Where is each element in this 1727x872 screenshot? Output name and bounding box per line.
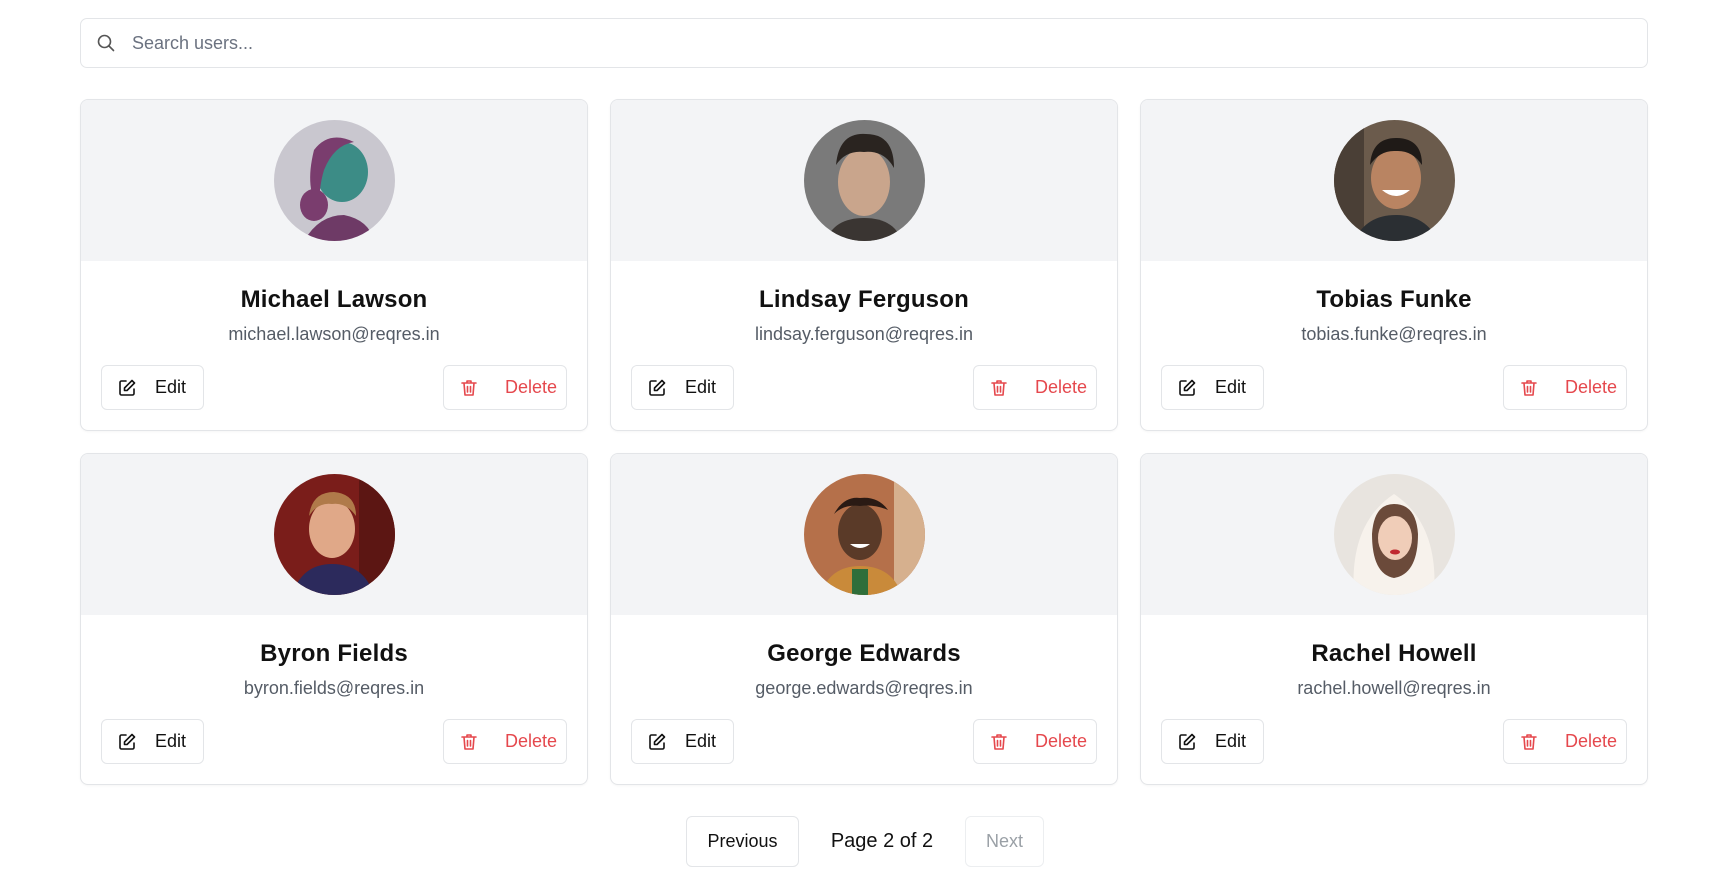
delete-button[interactable]: Delete xyxy=(443,719,567,764)
edit-label: Edit xyxy=(1215,377,1247,397)
card-actions: Edit Delete xyxy=(631,365,1097,410)
user-name: Michael Lawson xyxy=(240,286,428,313)
user-email: tobias.funke@reqres.in xyxy=(1301,324,1487,344)
card-header xyxy=(81,454,587,615)
edit-icon xyxy=(647,378,667,398)
user-email: rachel.howell@reqres.in xyxy=(1297,678,1491,698)
delete-label: Delete xyxy=(1565,377,1618,397)
edit-button[interactable]: Edit xyxy=(101,365,204,410)
trash-icon xyxy=(459,732,479,752)
delete-button[interactable]: Delete xyxy=(973,719,1097,764)
avatar xyxy=(803,120,925,241)
edit-button[interactable]: Edit xyxy=(1161,365,1264,410)
card-header xyxy=(611,454,1117,615)
edit-label: Edit xyxy=(685,731,717,751)
user-email: lindsay.ferguson@reqres.in xyxy=(754,324,974,344)
user-name: Tobias Funke xyxy=(1316,286,1472,313)
user-card: Byron Fields byron.fields@reqres.in Edit… xyxy=(80,453,588,785)
user-name: George Edwards xyxy=(767,640,961,667)
delete-label: Delete xyxy=(505,731,558,751)
edit-label: Edit xyxy=(1215,731,1247,751)
delete-button[interactable]: Delete xyxy=(1503,365,1627,410)
user-card: Michael Lawson michael.lawson@reqres.in … xyxy=(80,99,588,431)
trash-icon xyxy=(1519,732,1539,752)
trash-icon xyxy=(459,378,479,398)
search-input[interactable] xyxy=(132,19,1647,67)
avatar xyxy=(803,474,925,595)
delete-label: Delete xyxy=(1565,731,1618,751)
trash-icon xyxy=(989,732,1009,752)
avatar xyxy=(273,474,395,595)
user-card: George Edwards george.edwards@reqres.in … xyxy=(610,453,1118,785)
trash-icon xyxy=(1519,378,1539,398)
card-actions: Edit Delete xyxy=(101,365,567,410)
delete-button[interactable]: Delete xyxy=(443,365,567,410)
next-page-button[interactable]: Next xyxy=(965,816,1044,867)
previous-page-button[interactable]: Previous xyxy=(686,816,799,867)
edit-icon xyxy=(117,732,137,752)
avatar xyxy=(273,120,395,241)
edit-icon xyxy=(647,732,667,752)
edit-button[interactable]: Edit xyxy=(631,719,734,764)
delete-button[interactable]: Delete xyxy=(973,365,1097,410)
delete-label: Delete xyxy=(1035,377,1088,397)
card-header xyxy=(1141,100,1647,261)
user-email: byron.fields@reqres.in xyxy=(243,678,425,698)
card-header xyxy=(81,100,587,261)
users-page: Michael Lawson michael.lawson@reqres.in … xyxy=(0,0,1727,872)
card-actions: Edit Delete xyxy=(1161,365,1627,410)
user-card-grid: Michael Lawson michael.lawson@reqres.in … xyxy=(80,99,1648,785)
delete-label: Delete xyxy=(1035,731,1088,751)
avatar xyxy=(1333,474,1455,595)
user-name: Rachel Howell xyxy=(1311,640,1477,667)
trash-icon xyxy=(989,378,1009,398)
card-header xyxy=(1141,454,1647,615)
user-name: Lindsay Ferguson xyxy=(759,286,969,313)
edit-button[interactable]: Edit xyxy=(631,365,734,410)
search-icon xyxy=(96,33,116,53)
edit-icon xyxy=(1177,378,1197,398)
user-email: michael.lawson@reqres.in xyxy=(228,324,440,344)
card-actions: Edit Delete xyxy=(101,719,567,764)
user-card: Lindsay Ferguson lindsay.ferguson@reqres… xyxy=(610,99,1118,431)
card-actions: Edit Delete xyxy=(631,719,1097,764)
user-card: Tobias Funke tobias.funke@reqres.in Edit… xyxy=(1140,99,1648,431)
card-header xyxy=(611,100,1117,261)
avatar xyxy=(1333,120,1455,241)
delete-button[interactable]: Delete xyxy=(1503,719,1627,764)
page-indicator: Page 2 of 2 xyxy=(830,830,934,852)
user-card: Rachel Howell rachel.howell@reqres.in Ed… xyxy=(1140,453,1648,785)
user-name: Byron Fields xyxy=(260,640,408,667)
user-email: george.edwards@reqres.in xyxy=(755,678,973,698)
edit-button[interactable]: Edit xyxy=(1161,719,1264,764)
delete-label: Delete xyxy=(505,377,558,397)
edit-button[interactable]: Edit xyxy=(101,719,204,764)
edit-label: Edit xyxy=(155,731,187,751)
pagination: Previous Page 2 of 2 Next xyxy=(686,816,1044,867)
card-actions: Edit Delete xyxy=(1161,719,1627,764)
edit-label: Edit xyxy=(685,377,717,397)
edit-icon xyxy=(1177,732,1197,752)
edit-label: Edit xyxy=(155,377,187,397)
search-bar[interactable] xyxy=(80,18,1648,68)
edit-icon xyxy=(117,378,137,398)
